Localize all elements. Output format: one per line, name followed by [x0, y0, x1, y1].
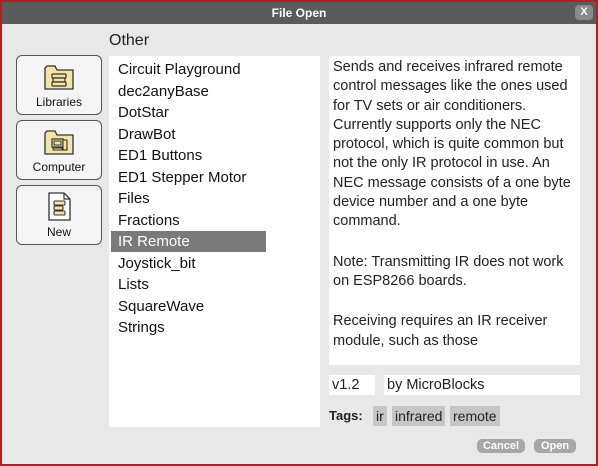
folder-title: Other	[109, 32, 150, 49]
cancel-button[interactable]: Cancel	[477, 439, 525, 453]
new-icon	[48, 192, 71, 221]
computer-label: Computer	[32, 160, 86, 174]
description-paragraph: Note: Transmitting IR does not work on E…	[333, 253, 564, 289]
library-version: v1.2	[329, 375, 375, 395]
libraries-button[interactable]: Libraries	[16, 55, 102, 115]
new-button[interactable]: New	[16, 185, 102, 245]
close-button[interactable]: X	[575, 5, 593, 20]
file-item-fractions[interactable]: Fractions	[111, 210, 266, 231]
file-item-joystick-bit[interactable]: Joystick_bit	[111, 253, 266, 274]
computer-icon	[44, 130, 74, 155]
tags-label: Tags:	[329, 408, 363, 423]
library-description[interactable]: Sends and receives infrared remote contr…	[329, 56, 580, 365]
file-open-dialog: File Open X Other Libraries Computer New…	[0, 0, 598, 466]
new-label: New	[46, 225, 71, 239]
tag-ir[interactable]: ir	[373, 406, 387, 426]
file-item-dec2anybase[interactable]: dec2anyBase	[111, 81, 266, 102]
description-paragraph: Sends and receives infrared remote contr…	[333, 59, 571, 230]
file-item-circuit-playground[interactable]: Circuit Playground	[111, 59, 266, 80]
library-author: by MicroBlocks	[384, 375, 580, 395]
file-item-dotstar[interactable]: DotStar	[111, 102, 266, 123]
tag-remote[interactable]: remote	[450, 406, 500, 426]
tag-infrared[interactable]: infrared	[392, 406, 446, 426]
dialog-title: File Open	[271, 6, 327, 20]
libraries-icon	[44, 65, 74, 90]
file-item-lists[interactable]: Lists	[111, 274, 266, 295]
libraries-label: Libraries	[35, 95, 83, 109]
title-bar[interactable]: File Open X	[2, 2, 596, 24]
file-list[interactable]: Circuit Playground dec2anyBase DotStar D…	[109, 56, 320, 427]
file-item-ir-remote[interactable]: IR Remote	[111, 231, 266, 252]
file-item-ed1-buttons[interactable]: ED1 Buttons	[111, 145, 266, 166]
open-button[interactable]: Open	[534, 439, 576, 453]
file-item-strings[interactable]: Strings	[111, 317, 266, 338]
file-item-drawbot[interactable]: DrawBot	[111, 124, 266, 145]
file-item-squarewave[interactable]: SquareWave	[111, 296, 266, 317]
computer-button[interactable]: Computer	[16, 120, 102, 180]
file-item-files[interactable]: Files	[111, 188, 266, 209]
file-item-ed1-stepper-motor[interactable]: ED1 Stepper Motor	[111, 167, 266, 188]
description-paragraph: Receiving requires an IR receiver module…	[333, 313, 548, 349]
